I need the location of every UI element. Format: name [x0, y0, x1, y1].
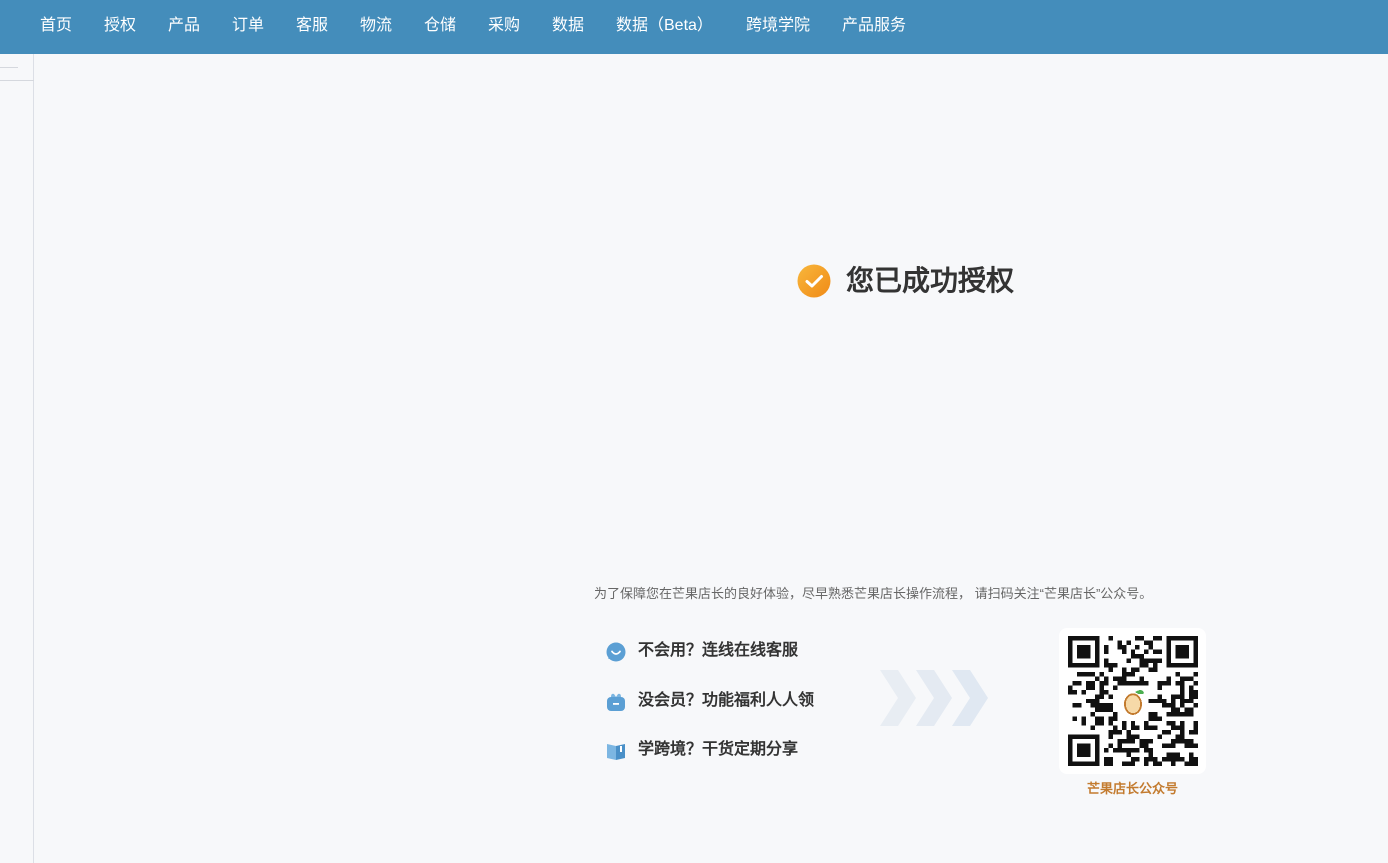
chevrons-decoration-icon	[880, 670, 988, 726]
sidebar-divider	[0, 67, 18, 68]
help-item-member-benefits[interactable]: 没会员？功能福利人人领	[605, 689, 825, 713]
chat-bubble-icon	[606, 642, 626, 662]
nav-item-products[interactable]: 产品	[168, 14, 200, 38]
check-circle-icon	[797, 264, 831, 298]
nav-item-academy[interactable]: 跨境学院	[746, 14, 810, 38]
help-label-customer-service: 不会用？连线在线客服	[638, 642, 799, 659]
book-icon	[607, 744, 625, 760]
sidebar-divider	[0, 80, 34, 81]
nav-item-data-beta[interactable]: 数据（Beta）	[616, 14, 713, 38]
help-label-cross-border-learning: 学跨境？干货定期分享	[638, 741, 799, 758]
nav-item-home[interactable]: 首页	[40, 14, 72, 38]
nav-item-logistics[interactable]: 物流	[360, 14, 392, 38]
success-title: 您已成功授权	[846, 265, 1015, 296]
help-item-customer-service[interactable]: 不会用？连线在线客服	[605, 639, 805, 663]
top-nav-bar: 首页 授权 产品 订单 客服 物流 仓储 采购 数据 数据（Beta） 跨境学院…	[0, 0, 1388, 54]
nav-item-customer-service[interactable]: 客服	[296, 14, 328, 38]
nav-item-orders[interactable]: 订单	[232, 14, 264, 38]
nav-item-data[interactable]: 数据	[552, 14, 584, 38]
nav-item-warehouse[interactable]: 仓储	[424, 14, 456, 38]
help-label-member-benefits: 没会员？功能福利人人领	[638, 692, 815, 709]
qr-code-icon	[1068, 636, 1198, 766]
gift-icon	[607, 693, 625, 711]
nav-item-product-services[interactable]: 产品服务	[842, 14, 906, 38]
help-item-cross-border-learning[interactable]: 学跨境？干货定期分享	[605, 738, 805, 762]
follow-notice: 为了保障您在芒果店长的良好体验，尽早熟悉芒果店长操作流程， 请扫码关注“芒果店长…	[594, 586, 1153, 601]
qr-caption: 芒果店长公众号	[1086, 781, 1178, 796]
nav-item-authorization[interactable]: 授权	[104, 14, 136, 38]
nav-item-purchasing[interactable]: 采购	[488, 14, 520, 38]
qr-code-card	[1059, 628, 1206, 774]
sidebar	[0, 54, 34, 863]
